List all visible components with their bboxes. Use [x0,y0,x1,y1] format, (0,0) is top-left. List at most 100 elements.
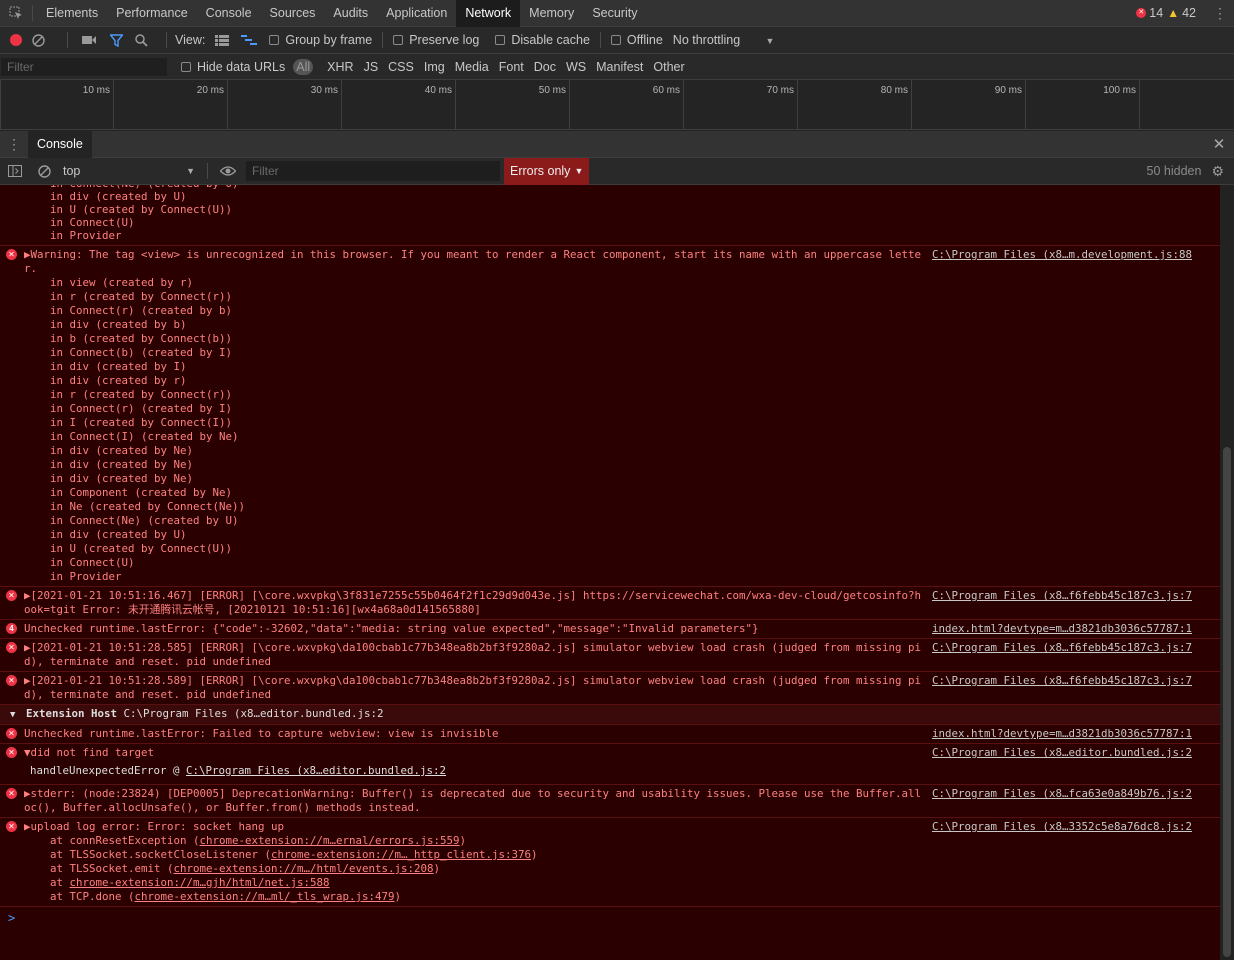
preserve-log-label: Preserve log [409,33,480,47]
tab-performance[interactable]: Performance [107,0,197,27]
stack-line: in div (created by U) [50,528,187,541]
source-link[interactable]: index.html?devtype=m…d3821db3036c57787:1 [932,727,1192,741]
record-icon[interactable] [10,34,22,46]
clear-icon[interactable] [32,33,45,47]
tab-console[interactable]: Console [197,0,261,27]
timeline-tick-label: 40 ms [424,85,452,96]
message-stack: in Connect(Ne) (created by U)in div (cre… [0,185,1220,246]
screenshot-icon[interactable] [82,35,96,45]
log-level-value: Errors only [510,164,571,178]
tab-sources[interactable]: Sources [261,0,325,27]
filter-type-media[interactable]: Media [455,60,489,74]
inspect-element-icon[interactable] [0,0,32,27]
error-count-icon[interactable]: ✕ [1136,8,1147,18]
tab-security[interactable]: Security [583,0,646,27]
message-text: ▶stderr: (node:23824) [DEP0005] Deprecat… [24,787,922,814]
console-error-message[interactable]: ✕ ▶Warning: The tag <view> is unrecognize… [0,246,1220,587]
source-link[interactable]: index.html?devtype=m…d3821db3036c57787:1 [932,622,1192,636]
tab-network[interactable]: Network [456,0,521,27]
source-link[interactable]: C:\Program Files (x8…f6febb45c187c3.js:7 [932,589,1192,603]
filter-type-css[interactable]: CSS [388,60,414,74]
message-stack: at connResetException (chrome-extension:… [24,834,1220,904]
stack-line: in Connect(Ne) (created by U) [50,514,239,527]
console-settings-icon[interactable]: ⚙ [1211,163,1224,180]
filter-type-font[interactable]: Font [499,60,524,74]
stack-frame-text: at [50,876,70,889]
waterfall-icon[interactable] [241,34,258,46]
console-error-message[interactable]: ✕ ▶upload log error: Error: socket hang u… [0,818,1220,907]
console-error-message[interactable]: 4 Unchecked runtime.lastError: {"code":-3… [0,620,1220,639]
console-scrollbar[interactable] [1220,185,1234,960]
group-source-link[interactable]: C:\Program Files (x8…editor.bundled.js:2 [123,707,383,720]
context-select[interactable]: top ▼ [63,164,201,178]
filter-icon[interactable] [110,33,123,47]
tab-elements[interactable]: Elements [37,0,107,27]
console-group[interactable]: ▼ Extension Host C:\Program Files (x8…ed… [0,705,1220,725]
console-error-message[interactable]: ✕ Unchecked runtime.lastError: Failed to … [0,725,1220,744]
more-options-icon[interactable]: ⋮ [1210,5,1230,22]
group-by-frame-checkbox[interactable]: Group by frame [269,33,372,47]
filter-type-img[interactable]: Img [424,60,445,74]
stack-frame-link[interactable]: chrome-extension://m…ernal/errors.js:559 [200,834,460,847]
warning-count-icon[interactable]: ▲ [1167,6,1179,20]
tab-console-drawer[interactable]: Console [28,130,92,158]
timeline-tick: 30 ms [227,80,341,130]
error-count[interactable]: 14 [1149,6,1163,20]
warning-count[interactable]: 42 [1182,6,1196,20]
timeline-tick: 80 ms [797,80,911,130]
clear-console-icon[interactable] [38,164,51,178]
console-error-message[interactable]: ✕ ▶[2021-01-21 10:51:16.467] [ERROR] [\co… [0,587,1220,620]
stack-line: in div (created by U) [50,190,187,203]
stack-frame-link[interactable]: chrome-extension://m…_http_client.js:376 [271,848,531,861]
console-error-message[interactable]: ✕ ▶stderr: (node:23824) [DEP0005] Depreca… [0,785,1220,818]
stack-frame-link[interactable]: chrome-extension://m…/html/events.js:208 [174,862,434,875]
large-rows-icon[interactable] [215,34,230,46]
scrollbar-thumb[interactable] [1223,447,1231,957]
filter-type-doc[interactable]: Doc [534,60,556,74]
console-prompt[interactable]: > [0,907,1220,925]
filter-type-js[interactable]: JS [364,60,379,74]
search-icon[interactable] [135,33,148,47]
disable-cache-checkbox[interactable]: Disable cache [495,33,590,47]
filter-type-xhr[interactable]: XHR [327,60,353,74]
filter-type-other[interactable]: Other [653,60,684,74]
console-filter-input[interactable] [246,161,500,181]
stack-frame-link[interactable]: chrome-extension://m…gjh/html/net.js:588 [70,876,330,889]
offline-checkbox[interactable]: Offline [610,33,663,47]
throttling-select[interactable]: No throttling ▼ [673,33,775,47]
error-icon: ✕ [6,249,17,260]
hide-data-urls-checkbox[interactable]: Hide data URLs [181,60,285,74]
close-drawer-icon[interactable]: ✕ [1204,135,1234,153]
source-link[interactable]: C:\Program Files (x8…3352c5e8a76dc8.js:2 [932,820,1192,834]
log-level-select[interactable]: Errors only ▼ [504,157,590,185]
stack-line: in Connect(b) (created by I) [50,346,233,359]
source-link[interactable]: C:\Program Files (x8…editor.bundled.js:2 [932,746,1192,760]
source-link[interactable]: C:\Program Files (x8…fca63e0a849b76.js:2 [932,787,1192,801]
tab-application[interactable]: Application [377,0,456,27]
stack-line: in div (created by I) [50,360,187,373]
network-filter-input[interactable] [1,57,167,76]
console-error-message[interactable]: ✕ ▶[2021-01-21 10:51:28.589] [ERROR] [\co… [0,672,1220,705]
tab-memory[interactable]: Memory [520,0,583,27]
console-error-message[interactable]: ✕ ▶[2021-01-21 10:51:28.585] [ERROR] [\co… [0,639,1220,672]
message-text: ▶[2021-01-21 10:51:28.585] [ERROR] [\cor… [24,641,922,668]
tab-audits[interactable]: Audits [324,0,377,27]
filter-type-all[interactable]: All [293,58,314,75]
drawer-menu-icon[interactable]: ⋮ [0,136,28,153]
drawer-tabbar: ⋮ Console ✕ [0,130,1234,158]
group-by-frame-label: Group by frame [285,33,373,47]
console-error-message[interactable]: ✕ ▼did not find target C:\Program Files (x… [0,744,1220,785]
source-link[interactable]: C:\Program Files (x8…m.development.js:88 [932,248,1192,262]
filter-type-ws[interactable]: WS [566,60,586,74]
preserve-log-checkbox[interactable]: Preserve log [393,33,479,47]
stack-frame-link[interactable]: chrome-extension://m…ml/_tls_wrap.js:479 [135,890,395,903]
source-link[interactable]: C:\Program Files (x8…f6febb45c187c3.js:7 [932,674,1192,688]
source-link[interactable]: C:\Program Files (x8…f6febb45c187c3.js:7 [932,641,1192,655]
filter-type-manifest[interactable]: Manifest [596,60,643,74]
sidebar-toggle-icon[interactable] [8,165,22,177]
trace-link[interactable]: C:\Program Files (x8…editor.bundled.js:2 [186,764,446,777]
panel-tabs: Elements Performance Console Sources Audits A… [37,0,646,27]
stack-line: in Provider [50,229,122,242]
eye-icon[interactable] [220,166,236,176]
throttling-value: No throttling [672,33,741,47]
